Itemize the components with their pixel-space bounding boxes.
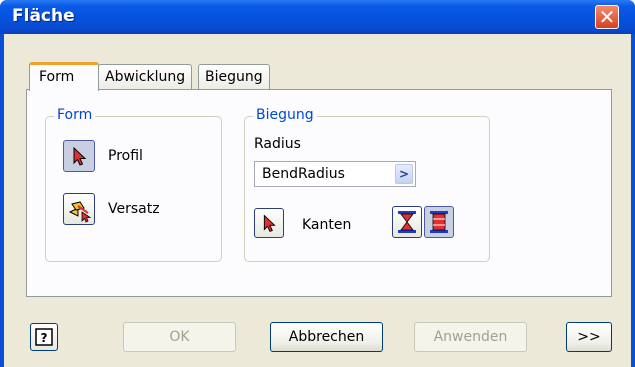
radius-value: BendRadius: [262, 166, 345, 182]
dialog-window: Fläche ✕ Abwicklung Biegung Form Form Pr…: [0, 0, 635, 367]
edges-select-button[interactable]: [254, 208, 284, 238]
edge-mode-button-2[interactable]: [424, 206, 454, 238]
profile-label: Profil: [108, 148, 143, 164]
apply-button[interactable]: Anwenden: [414, 322, 527, 352]
edge-mode-button-1[interactable]: [392, 206, 422, 238]
tab-biegung[interactable]: Biegung: [198, 64, 270, 90]
edges-label: Kanten: [302, 217, 352, 233]
close-button[interactable]: ✕: [595, 5, 619, 29]
form-group-title: Form: [54, 107, 96, 123]
help-icon: ?: [35, 328, 53, 346]
tab-form[interactable]: Form: [29, 62, 99, 91]
more-button[interactable]: >>: [566, 322, 612, 352]
bend-group-title: Biegung: [253, 107, 317, 123]
form-group: Form: [45, 107, 222, 262]
ok-button[interactable]: OK: [123, 322, 236, 352]
edge-mode-icon: [398, 211, 416, 233]
radius-label: Radius: [254, 136, 301, 152]
offset-select-button[interactable]: [63, 193, 95, 225]
close-icon: ✕: [598, 5, 616, 29]
svg-text:?: ?: [41, 331, 48, 345]
chevron-right-icon[interactable]: >: [395, 164, 413, 184]
window-title: Fläche: [12, 6, 75, 26]
cursor-arrow-icon: [73, 146, 87, 166]
radius-combo[interactable]: BendRadius >: [254, 161, 416, 187]
cancel-button[interactable]: Abbrechen: [270, 322, 383, 352]
cursor-arrow-icon: [263, 214, 276, 232]
profile-select-button[interactable]: [63, 140, 95, 172]
title-bar[interactable]: Fläche ✕: [0, 0, 635, 34]
help-button[interactable]: ?: [30, 323, 58, 351]
tab-abwicklung[interactable]: Abwicklung: [98, 64, 193, 90]
offset-icon: [68, 201, 92, 223]
offset-label: Versatz: [108, 201, 160, 217]
edge-mode-alt-icon: [430, 211, 448, 233]
